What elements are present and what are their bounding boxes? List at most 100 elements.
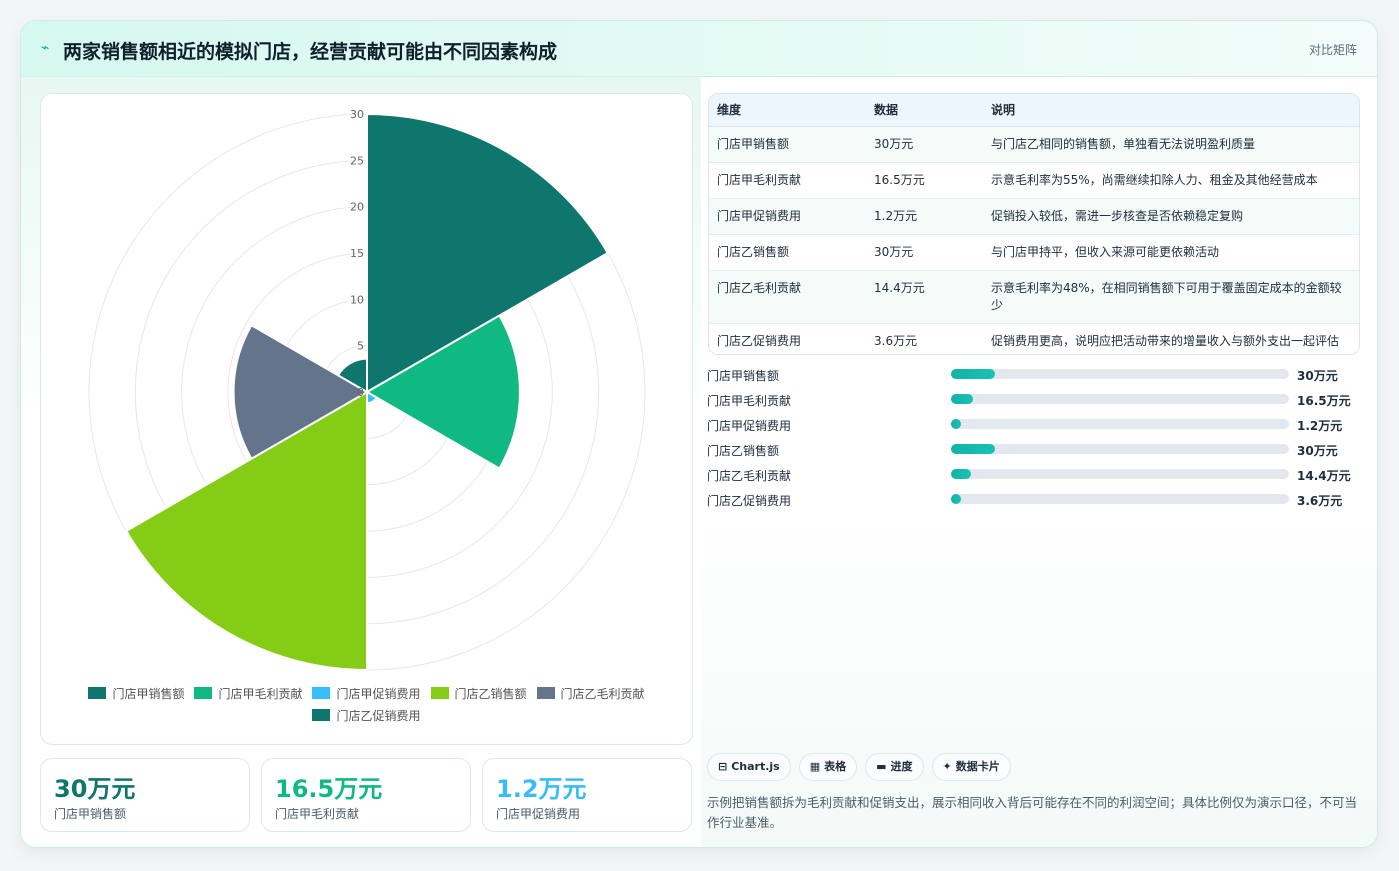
progress-row: 门店乙促销费用 3.6万元 <box>707 490 1357 515</box>
tag-label: 表格 <box>824 760 847 773</box>
progress-track <box>951 369 1289 379</box>
legend-item[interactable]: 门店乙销售额 <box>430 685 527 702</box>
radial-tick-label: 15 <box>350 247 364 260</box>
tag-list: ⊟ Chart.js ▦ 表格 ▬ 进度 ✦ 数据卡片 <box>707 753 1011 781</box>
progress-value: 3.6万元 <box>1297 494 1343 508</box>
stat-card-1: 30万元 门店甲销售额 <box>40 758 250 832</box>
stat-card-2: 16.5万元 门店甲毛利贡献 <box>261 758 471 832</box>
legend-item[interactable]: 门店甲毛利贡献 <box>194 685 302 702</box>
progress-row: 门店乙毛利贡献 14.4万元 <box>707 465 1357 490</box>
progress-label: 门店甲毛利贡献 <box>707 394 792 408</box>
radial-tick-label: 25 <box>350 154 364 167</box>
legend-item[interactable]: 门店乙毛利贡献 <box>536 685 645 702</box>
column-header: 维度 <box>709 94 866 127</box>
progress-track <box>951 469 1289 479</box>
progress-value: 30万元 <box>1297 444 1338 458</box>
legend-label: 门店乙促销费用 <box>336 708 421 723</box>
cell-value: 14.4万元 <box>866 270 983 324</box>
cell-dimension: 门店甲毛利贡献 <box>709 162 866 199</box>
progress-fill <box>951 369 995 379</box>
progress-row: 门店甲毛利贡献 16.5万元 <box>707 390 1357 415</box>
cell-dimension: 门店乙销售额 <box>709 234 866 271</box>
cell-description: 示意毛利率为55%，尚需继续扣除人力、租金及其他经营成本 <box>983 162 1359 199</box>
polar-chart-panel: 0 5 10 15 20 25 30 门店甲销售额 门店甲毛利贡献 门店甲促销费用 门店乙销售额门… <box>40 93 693 745</box>
tag-chip[interactable]: ✦ 数据卡片 <box>931 753 1011 781</box>
progress-row: 门店乙销售额 30万元 <box>707 440 1357 465</box>
radial-tick-label: 30 <box>350 108 364 121</box>
table-header-row: 维度 数据 说明 <box>709 94 1359 127</box>
legend-item[interactable]: 门店甲销售额 <box>88 685 184 702</box>
cell-value: 3.6万元 <box>866 323 983 354</box>
legend-label: 门店乙销售额 <box>454 686 527 701</box>
header: ⌁ 两家销售额相近的模拟门店，经营贡献可能由不同因素构成 对比矩阵 <box>21 21 1377 77</box>
chart-legend: 门店甲销售额 门店甲毛利贡献 门店甲促销费用 门店乙销售额 门店乙毛利贡献门店乙促销费用 <box>41 682 692 726</box>
legend-label: 门店甲促销费用 <box>336 686 421 701</box>
progress-value: 1.2万元 <box>1297 419 1343 433</box>
cell-value: 30万元 <box>866 126 983 163</box>
chart-icon: ⊟ <box>718 760 728 773</box>
table-row: 门店乙毛利贡献 14.4万元 示意毛利率为48%，在相同销售额下可用于覆盖固定成… <box>709 270 1359 324</box>
legend-row: 门店甲销售额 门店甲毛利贡献 门店甲促销费用 门店乙销售额 门店乙毛利贡献 <box>41 682 692 704</box>
progress-list: 门店甲销售额 30万元 门店甲毛利贡献 16.5万元 门店甲促销费用 1.2万元 门店乙销售… <box>707 365 1357 515</box>
radial-tick-label: 10 <box>350 293 364 306</box>
stat-label: 门店甲促销费用 <box>496 807 581 821</box>
table-icon: ▦ <box>809 760 821 773</box>
legend-item[interactable]: 门店甲促销费用 <box>312 685 421 702</box>
progress-track <box>951 494 1289 504</box>
table-row: 门店甲促销费用 1.2万元 促销投入较低，需进一步核查是否依赖稳定复购 <box>709 198 1359 235</box>
lightning-icon: ⌁ <box>41 40 50 56</box>
tag-label: 数据卡片 <box>955 760 1000 773</box>
cell-value: 1.2万元 <box>866 198 983 235</box>
legend-label: 门店甲销售额 <box>112 686 185 701</box>
cell-description: 促销费用更高，说明应把活动带来的增量收入与额外支出一起评估 <box>983 323 1359 354</box>
cell-dimension: 门店甲销售额 <box>709 126 866 163</box>
tag-chip[interactable]: ▬ 进度 <box>865 753 924 781</box>
progress-fill <box>951 419 962 429</box>
progress-icon: ▬ <box>876 760 887 773</box>
tag-label: 进度 <box>890 760 913 773</box>
legend-swatch <box>312 687 331 699</box>
progress-fill <box>951 469 971 479</box>
stat-label: 门店甲销售额 <box>54 807 127 821</box>
legend-swatch <box>194 687 213 699</box>
progress-label: 门店乙促销费用 <box>707 494 792 508</box>
tag-chip[interactable]: ⊟ Chart.js <box>707 753 791 781</box>
legend-swatch <box>312 709 331 721</box>
table-row: 门店甲销售额 30万元 与门店乙相同的销售额，单独看无法说明盈利质量 <box>709 126 1359 163</box>
legend-swatch <box>430 687 449 699</box>
column-header: 说明 <box>983 94 1359 127</box>
cell-description: 促销投入较低，需进一步核查是否依赖稳定复购 <box>983 198 1359 235</box>
legend-item[interactable]: 门店乙促销费用 <box>312 707 421 724</box>
legend-swatch <box>536 687 555 699</box>
stat-value: 16.5万元 <box>275 775 383 803</box>
radial-tick-label: 20 <box>350 201 364 214</box>
cell-dimension: 门店乙毛利贡献 <box>709 270 866 324</box>
footnote: 示例把销售额拆为毛利贡献和促销支出，展示相同收入背后可能存在不同的利润空间；具体… <box>707 795 1358 830</box>
view-badge[interactable]: 对比矩阵 <box>1309 41 1357 58</box>
progress-fill <box>951 494 962 504</box>
cell-description: 示意毛利率为48%，在相同销售额下可用于覆盖固定成本的金额较少 <box>983 270 1359 324</box>
main-card: ⌁ 两家销售额相近的模拟门店，经营贡献可能由不同因素构成 对比矩阵 0 5 10 15… <box>20 20 1378 848</box>
progress-row: 门店甲促销费用 1.2万元 <box>707 415 1357 440</box>
polar-area-chart: 0 5 10 15 20 25 30 <box>88 108 646 672</box>
tag-chip[interactable]: ▦ 表格 <box>798 753 858 781</box>
progress-value: 30万元 <box>1297 369 1338 383</box>
tag-label: Chart.js <box>731 760 780 773</box>
legend-swatch <box>88 687 107 699</box>
progress-fill <box>951 444 995 454</box>
column-header: 数据 <box>866 94 983 127</box>
progress-value: 14.4万元 <box>1297 469 1351 483</box>
stat-value: 1.2万元 <box>496 775 587 803</box>
cell-dimension: 门店乙促销费用 <box>709 323 866 354</box>
progress-value: 16.5万元 <box>1297 394 1351 408</box>
radial-tick-label: 0 <box>357 386 364 399</box>
sparkle-icon: ✦ <box>942 760 952 773</box>
legend-label: 门店甲毛利贡献 <box>218 686 303 701</box>
cell-dimension: 门店甲促销费用 <box>709 198 866 235</box>
page-title: 两家销售额相近的模拟门店，经营贡献可能由不同因素构成 <box>63 41 558 63</box>
table-row: 门店乙销售额 30万元 与门店甲持平，但收入来源可能更依赖活动 <box>709 234 1359 271</box>
cell-description: 与门店甲持平，但收入来源可能更依赖活动 <box>983 234 1359 271</box>
legend-row: 门店乙促销费用 <box>41 704 692 726</box>
cell-value: 16.5万元 <box>866 162 983 199</box>
stat-card-3: 1.2万元 门店甲促销费用 <box>482 758 692 832</box>
